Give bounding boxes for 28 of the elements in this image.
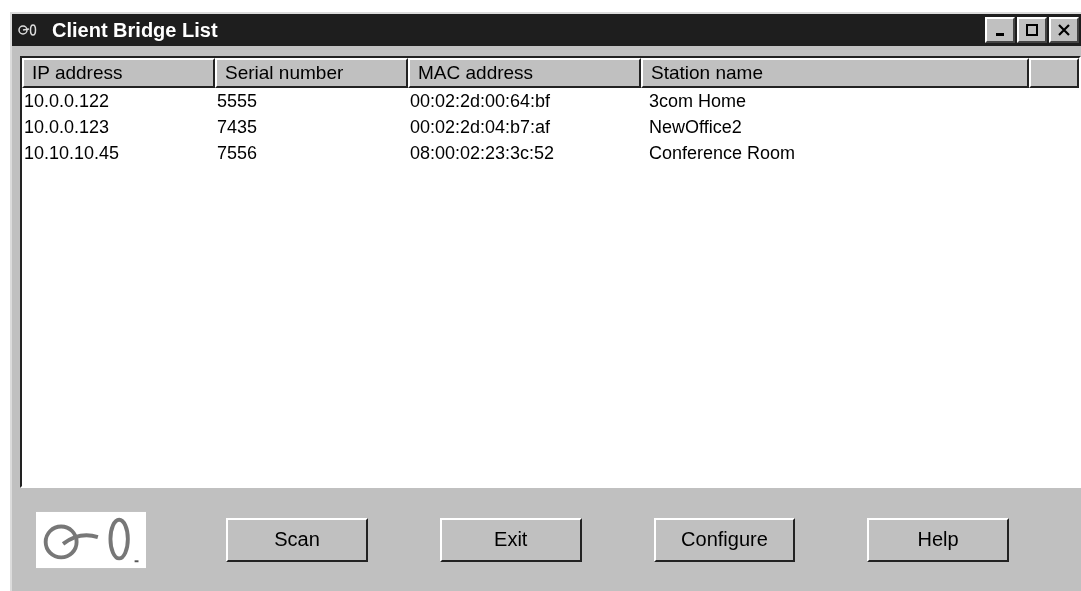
maximize-icon — [1025, 24, 1039, 36]
table-cell-text: NewOffice2 — [648, 116, 743, 138]
table-cell-text: 3com Home — [648, 90, 748, 112]
table-cell-text: 7556 — [216, 142, 259, 164]
table-cell-text: 5555 — [216, 90, 259, 112]
rings-icon — [18, 22, 38, 38]
dialog-button[interactable]: Exit — [439, 517, 582, 562]
column-header[interactable]: IP address — [22, 58, 215, 88]
maximize-button[interactable] — [1017, 17, 1047, 43]
window-title: Client Bridge List — [52, 18, 218, 42]
table-cell-text: 00:02:2d:04:b7:af — [409, 116, 552, 138]
table-cell-text: 7435 — [216, 116, 259, 138]
minimize-icon — [996, 32, 1004, 36]
table-cell-text: 10.0.0.122 — [23, 90, 111, 112]
minimize-button[interactable] — [985, 17, 1015, 43]
table-cell-text: 10.10.10.45 — [23, 142, 121, 164]
table-cell-text: 00:02:2d:00:64:bf — [409, 90, 552, 112]
table-cell-text: 08:00:02:23:3c:52 — [409, 142, 556, 164]
column-header[interactable]: MAC address — [408, 58, 641, 88]
dialog-button[interactable]: Configure — [653, 517, 796, 562]
close-icon — [1057, 24, 1071, 36]
table-cell-text: 10.0.0.123 — [23, 116, 111, 138]
close-button[interactable] — [1049, 17, 1079, 43]
dialog-button[interactable]: Scan — [226, 517, 368, 562]
dialog-button[interactable]: Help — [867, 517, 1009, 562]
column-header[interactable]: Serial number — [215, 58, 408, 88]
table-cell-text: Conference Room — [648, 142, 797, 164]
column-header[interactable]: Station name — [641, 58, 1029, 88]
